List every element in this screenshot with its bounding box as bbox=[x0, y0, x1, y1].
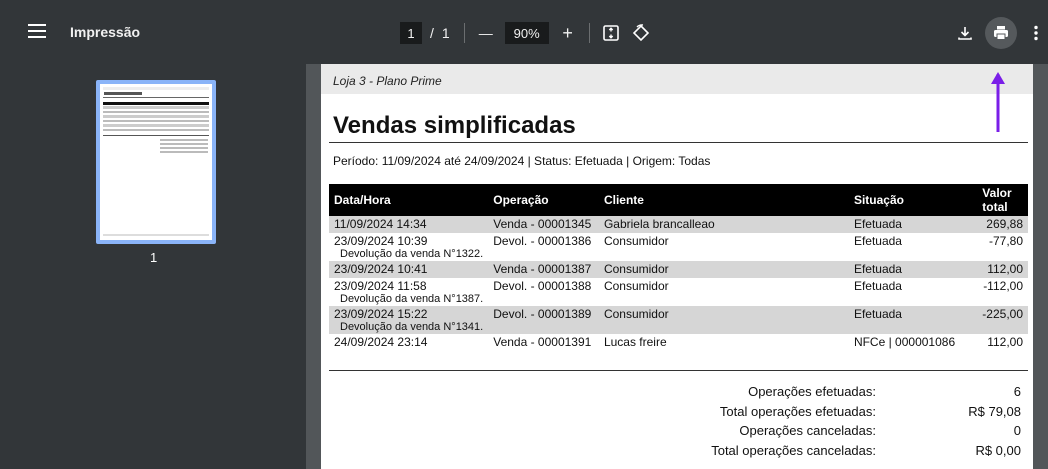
row-note: Devolução da venda N°1322. bbox=[340, 248, 484, 260]
totals-row: Operações canceladas: 0 bbox=[701, 421, 1021, 441]
more-vert-icon[interactable] bbox=[1025, 22, 1047, 44]
column-header-datetime: Data/Hora bbox=[329, 184, 489, 216]
page-number-input[interactable]: 1 bbox=[400, 22, 422, 44]
viewer-toolbar: Impressão 1 / 1 — 90% + bbox=[0, 0, 1048, 64]
cell-operation: Devol. - 00001388 bbox=[493, 279, 592, 293]
report-title: Vendas simplificadas bbox=[333, 112, 576, 139]
cell-status: Efetuada bbox=[853, 234, 902, 248]
cell-client: Lucas freire bbox=[603, 335, 667, 349]
cell-datetime: 23/09/2024 10:39 Devolução da venda N°132… bbox=[329, 233, 488, 261]
thumbnail-page-number: 1 bbox=[150, 250, 158, 265]
row-note: Devolução da venda N°1341. bbox=[340, 321, 484, 333]
cell-status: Efetuada bbox=[848, 306, 978, 334]
rotate-icon[interactable] bbox=[630, 22, 652, 44]
cell-value: 269,88 bbox=[977, 216, 1028, 233]
totals-label: Total operações canceladas: bbox=[711, 442, 876, 458]
totals-label: Operações canceladas: bbox=[739, 423, 876, 439]
totals-value: R$ 79,08 bbox=[968, 403, 1021, 419]
cell-value: -77,80 bbox=[988, 234, 1023, 248]
cell-client: Consumidor bbox=[598, 306, 849, 334]
thumbnail-sidebar: 1 bbox=[0, 64, 306, 469]
cell-datetime: 23/09/2024 15:22 Devolução da venda N°134… bbox=[329, 306, 489, 334]
table-row: 23/09/2024 15:22 Devolução da venda N°134… bbox=[329, 306, 1028, 334]
cell-status: Efetuada bbox=[848, 261, 978, 278]
cell-operation: Venda - 00001391 bbox=[493, 335, 592, 349]
totals-summary: Operações efetuadas: 6 Total operações ef… bbox=[701, 382, 1021, 460]
column-header-operation: Operação bbox=[488, 184, 599, 216]
document-page: Loja 3 - Plano Prime Vendas simplificada… bbox=[321, 64, 1033, 469]
table-row: 23/09/2024 11:58 Devolução da venda N°138… bbox=[329, 278, 1028, 306]
page-zoom-controls: 1 / 1 — 90% + bbox=[400, 22, 652, 44]
column-header-status: Situação bbox=[848, 184, 978, 216]
datetime-text: 23/09/2024 15:22 bbox=[334, 307, 428, 321]
sales-table: Data/Hora Operação Cliente Situação Valo… bbox=[329, 184, 1028, 351]
menu-icon[interactable] bbox=[28, 24, 46, 40]
fit-page-icon[interactable] bbox=[600, 22, 622, 44]
cell-datetime: 23/09/2024 10:41 bbox=[329, 261, 489, 278]
divider bbox=[588, 23, 590, 43]
download-icon[interactable] bbox=[954, 22, 976, 44]
totals-row: Total operações canceladas: R$ 0,00 bbox=[701, 441, 1021, 461]
store-name: Loja 3 - Plano Prime bbox=[333, 74, 442, 88]
table-row: 23/09/2024 10:39 Devolução da venda N°132… bbox=[329, 233, 1028, 261]
cell-datetime: 23/09/2024 11:58 Devolução da venda N°138… bbox=[329, 278, 488, 306]
annotation-arrow bbox=[991, 72, 1005, 132]
zoom-out-button[interactable]: — bbox=[475, 22, 497, 44]
totals-rule bbox=[329, 370, 1028, 371]
print-button[interactable] bbox=[985, 17, 1017, 49]
cell-operation: Venda - 00001387 bbox=[488, 261, 599, 278]
cell-status: Efetuada bbox=[848, 216, 978, 233]
report-filters: Período: 11/09/2024 até 24/09/2024 | Sta… bbox=[333, 154, 711, 168]
thumbnail-preview bbox=[100, 84, 212, 240]
cell-client: Consumidor bbox=[603, 234, 669, 248]
store-header: Loja 3 - Plano Prime bbox=[321, 64, 1033, 94]
column-header-value: Valor total bbox=[977, 184, 1028, 216]
column-header-client: Cliente bbox=[598, 184, 849, 216]
table-header-row: Data/Hora Operação Cliente Situação Valo… bbox=[329, 184, 1028, 216]
totals-label: Total operações efetuadas: bbox=[719, 403, 876, 419]
totals-label: Operações efetuadas: bbox=[748, 384, 876, 400]
cell-status: NFCe | 000001086 bbox=[853, 335, 956, 349]
divider bbox=[463, 23, 465, 43]
cell-operation: Devol. - 00001389 bbox=[488, 306, 599, 334]
cell-datetime: 11/09/2024 14:34 bbox=[329, 216, 489, 233]
totals-row: Total operações efetuadas: R$ 79,08 bbox=[701, 402, 1021, 422]
page-separator: / bbox=[430, 25, 434, 41]
cell-datetime: 24/09/2024 23:14 bbox=[334, 335, 428, 349]
cell-client: Gabriela brancalleao bbox=[598, 216, 849, 233]
page-thumbnail[interactable] bbox=[96, 80, 216, 244]
cell-value: 112,00 bbox=[977, 261, 1028, 278]
datetime-text: 23/09/2024 10:39 bbox=[334, 234, 428, 248]
row-note: Devolução da venda N°1387. bbox=[340, 293, 484, 305]
cell-operation: Venda - 00001345 bbox=[488, 216, 599, 233]
table-row: 24/09/2024 23:14 Venda - 00001391 Lucas … bbox=[329, 334, 1028, 351]
page-total: 1 bbox=[441, 25, 450, 41]
cell-client: Consumidor bbox=[603, 279, 669, 293]
document-title: Impressão bbox=[70, 24, 141, 40]
totals-row: Operações efetuadas: 6 bbox=[701, 382, 1021, 402]
zoom-in-button[interactable]: + bbox=[557, 22, 579, 44]
title-rule bbox=[329, 142, 1028, 143]
cell-value: 112,00 bbox=[987, 335, 1023, 349]
cell-operation: Devol. - 00001386 bbox=[493, 234, 592, 248]
zoom-input[interactable]: 90% bbox=[504, 22, 549, 44]
cell-client: Consumidor bbox=[598, 261, 849, 278]
totals-value: 6 bbox=[1013, 384, 1021, 400]
totals-value: R$ 0,00 bbox=[975, 442, 1021, 458]
table-row: 23/09/2024 10:41 Venda - 00001387 Consum… bbox=[329, 261, 1028, 278]
cell-value: -112,00 bbox=[983, 279, 1023, 293]
totals-value: 0 bbox=[1013, 423, 1021, 439]
cell-status: Efetuada bbox=[853, 279, 902, 293]
print-icon bbox=[994, 26, 1008, 40]
table-row: 11/09/2024 14:34 Venda - 00001345 Gabrie… bbox=[329, 216, 1028, 233]
cell-value: -225,00 bbox=[977, 306, 1028, 334]
datetime-text: 23/09/2024 11:58 bbox=[334, 279, 427, 293]
